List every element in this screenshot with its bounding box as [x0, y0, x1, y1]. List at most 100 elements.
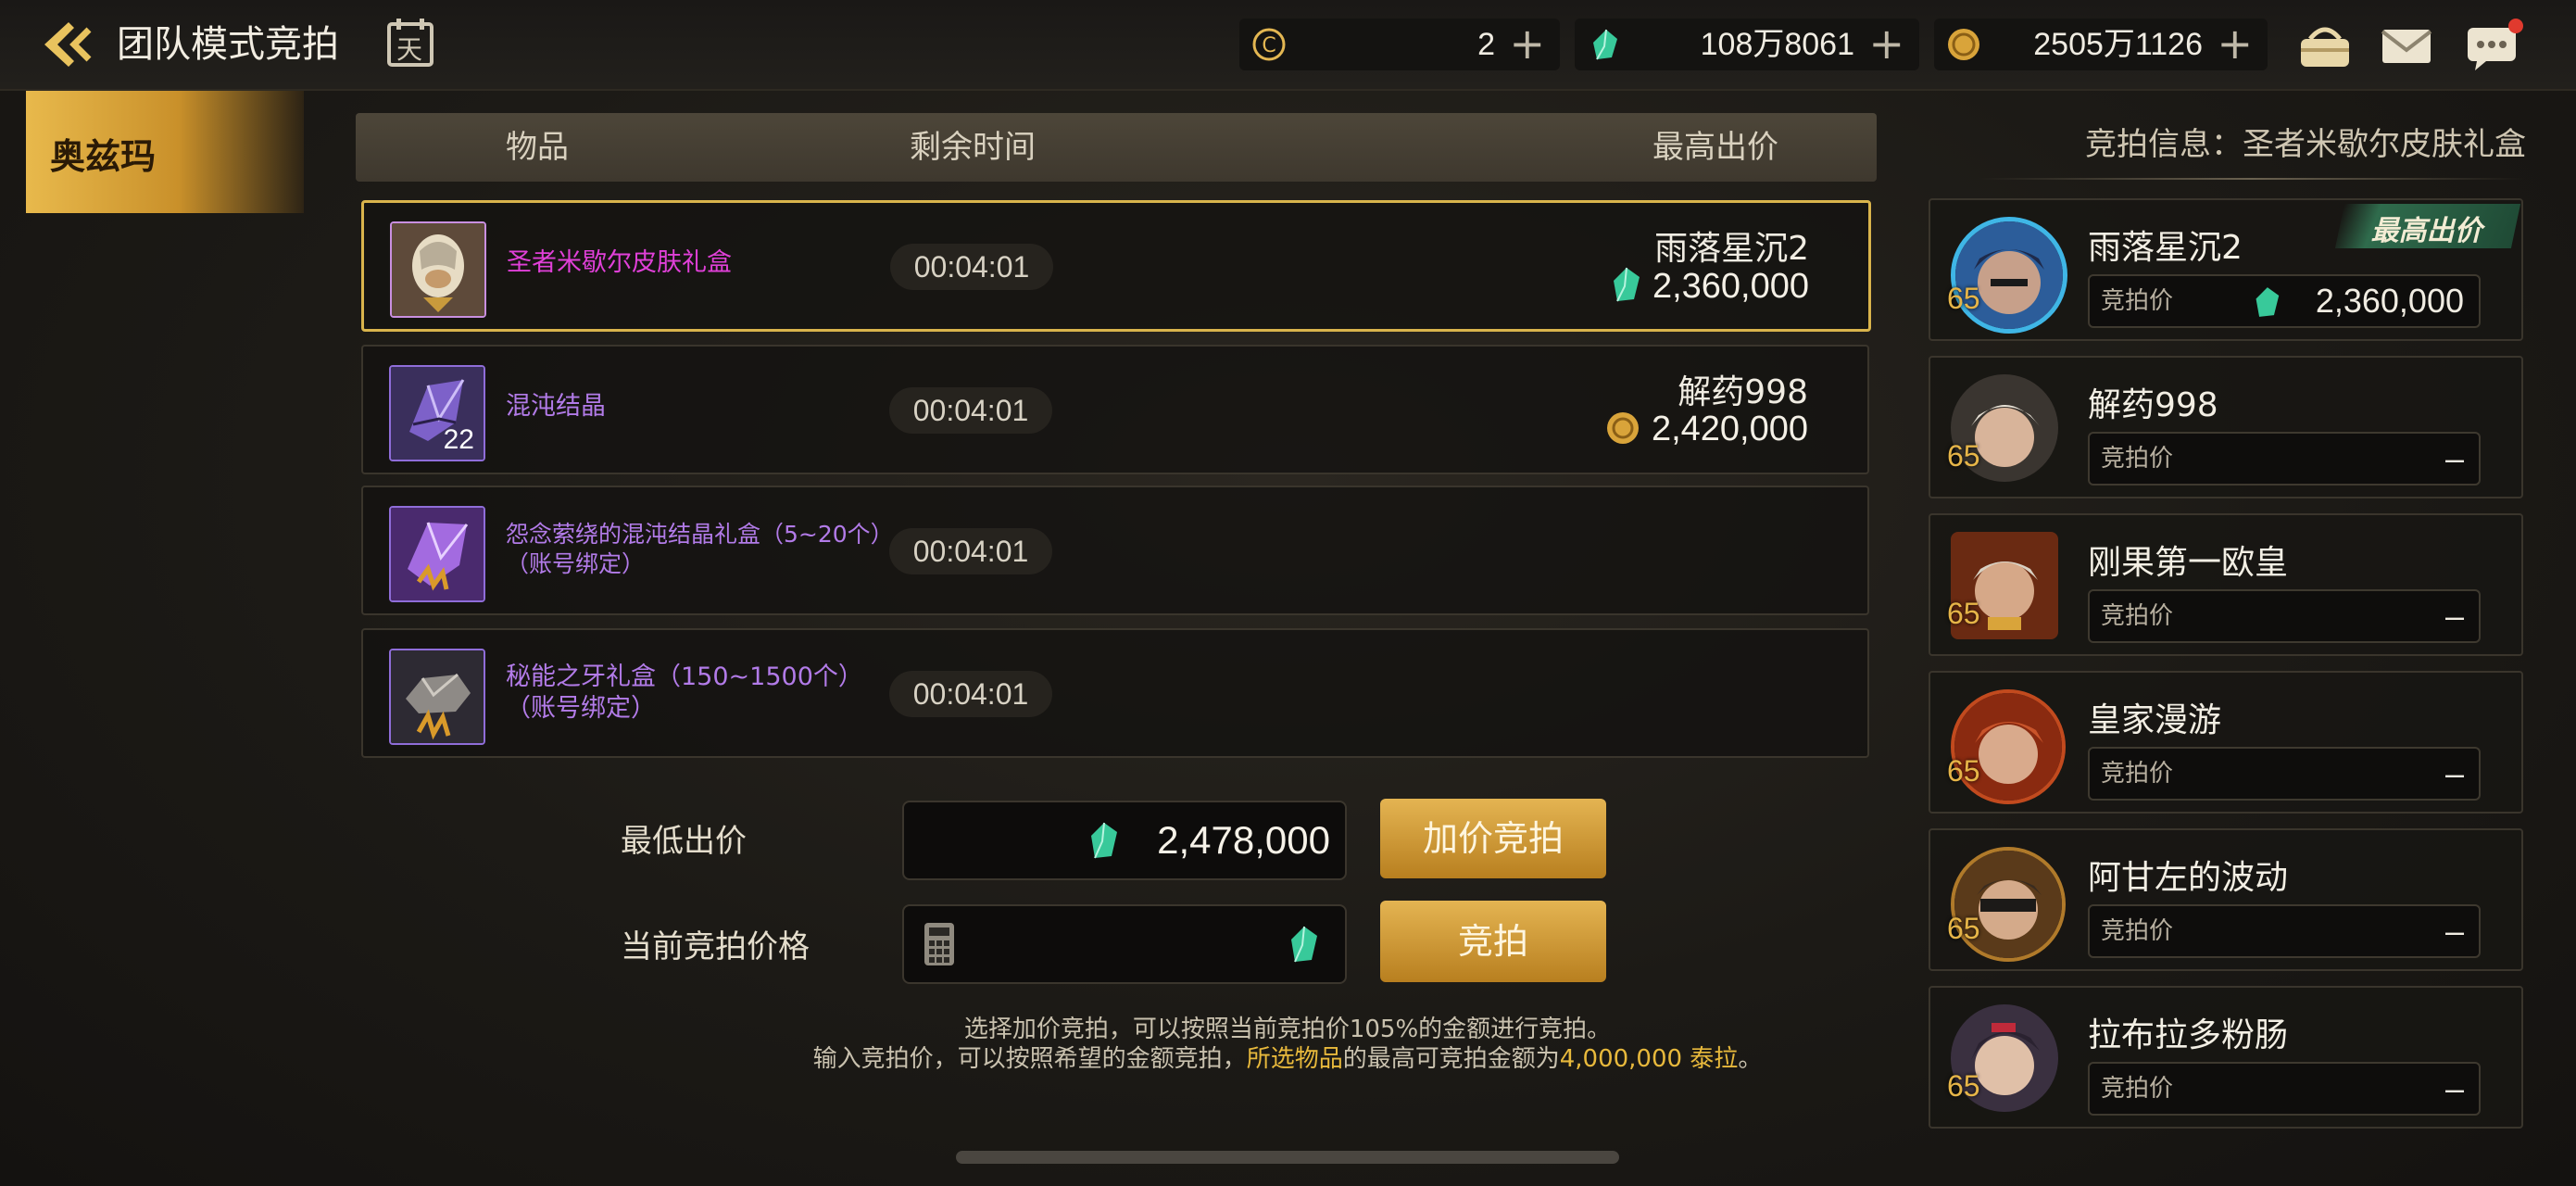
bidder-card-3[interactable]: 65 刚果第一欧皇 竞拍价 – — [1929, 513, 2523, 656]
current-bid-label: 当前竞拍价格 — [621, 928, 810, 965]
remaining-time: 00:04:01 — [889, 387, 1052, 434]
item-name: 混沌结晶 — [506, 392, 606, 421]
item-name: 圣者米歇尔皮肤礼盒 — [507, 248, 732, 277]
column-remaining-time: 剩余时间 — [910, 129, 1036, 166]
gold-value: 2505万1126 — [2033, 27, 2203, 62]
raise-bid-button[interactable]: 加价竞拍 — [1380, 799, 1606, 878]
bid-label: 竞拍价 — [2101, 1075, 2174, 1103]
bid-label: 竞拍价 — [2101, 917, 2174, 945]
divider — [1979, 178, 2525, 180]
bid-button[interactable]: 竞拍 — [1380, 901, 1606, 982]
bid-label: 竞拍价 — [2101, 445, 2174, 473]
item-name: 怨念萦绕的混沌结晶礼盒（5~20个） — [506, 521, 894, 548]
column-item: 物品 — [506, 129, 569, 166]
home-indicator[interactable] — [956, 1151, 1619, 1164]
crystal-icon — [1613, 267, 1640, 302]
calculator-icon[interactable] — [923, 921, 956, 967]
player-bid-field: 竞拍价 – — [2088, 747, 2481, 801]
crystal-icon — [1593, 29, 1617, 60]
player-bid-value: – — [2444, 754, 2464, 792]
page-title: 团队模式竞拍 — [117, 23, 339, 66]
highest-bidder: 雨落星沉2 — [1654, 230, 1809, 268]
player-name: 阿甘左的波动 — [2088, 859, 2289, 897]
player-bid-value: 2,360,000 — [2315, 282, 2464, 320]
highest-bid-value: 2,420,000 — [1651, 410, 1808, 448]
player-level: 65 — [1947, 1069, 1980, 1103]
avatar — [1951, 217, 2067, 334]
current-bid-input[interactable] — [902, 904, 1347, 984]
player-bid-field: 竞拍价 – — [2088, 589, 2481, 643]
column-highest-bid: 最高出价 — [1652, 129, 1778, 166]
auction-row-1[interactable]: 圣者米歇尔皮肤礼盒 00:04:01 雨落星沉2 2,360,000 — [361, 200, 1871, 332]
player-name: 皇家漫游 — [2088, 701, 2222, 739]
c-coin-value: 2 — [1477, 27, 1495, 62]
arcane-fang-giftbox-icon — [389, 649, 485, 745]
top-bid-badge: 最高出价 — [2334, 204, 2521, 248]
crystal-value: 108万8061 — [1700, 27, 1854, 62]
c-coin-counter: C 2 + — [1239, 19, 1560, 70]
player-name: 雨落星沉2 — [2088, 229, 2243, 267]
auction-info-title: 竞拍信息：圣者米歇尔皮肤礼盒 — [2085, 126, 2526, 163]
player-level: 65 — [1947, 754, 1980, 788]
bid-note-line-2: 输入竞拍价，可以按照希望的金额竞拍，所选物品的最高可竞拍金额为4,000,000… — [519, 1040, 2056, 1074]
bid-label: 竞拍价 — [2101, 760, 2174, 788]
calendar-icon[interactable]: 天 — [385, 17, 435, 69]
player-bid-value: – — [2444, 597, 2464, 635]
item-bind-note: （账号绑定） — [506, 694, 656, 723]
player-level: 65 — [1947, 439, 1980, 473]
auction-row-3[interactable]: 怨念萦绕的混沌结晶礼盒（5~20个） （账号绑定） 00:04:01 — [361, 486, 1869, 615]
bidder-card-6[interactable]: 65 拉布拉多粉肠 竞拍价 – — [1929, 986, 2523, 1129]
auction-row-4[interactable]: 秘能之牙礼盒（150~1500个） （账号绑定） 00:04:01 — [361, 628, 1869, 758]
note-highlight: 所选物品 — [1246, 1045, 1343, 1073]
shop-bag-icon[interactable] — [2295, 17, 2355, 74]
mail-icon[interactable] — [2377, 17, 2436, 74]
min-bid-label: 最低出价 — [621, 823, 747, 860]
bidder-card-5[interactable]: 65 阿甘左的波动 竞拍价 – — [1929, 828, 2523, 971]
gold-add-button[interactable]: + — [2217, 19, 2253, 69]
bidder-card-1[interactable]: 65 雨落星沉2 最高出价 竞拍价 2,360,000 — [1929, 198, 2523, 341]
player-bid-field: 竞拍价 – — [2088, 432, 2481, 486]
min-bid-field: 2,478,000 — [902, 801, 1347, 880]
player-bid-field: 竞拍价 – — [2088, 1062, 2481, 1116]
gold-coin-icon — [1948, 29, 1979, 60]
bid-label: 竞拍价 — [2101, 287, 2174, 315]
crystal-icon — [1091, 822, 1117, 859]
player-name: 解药998 — [2088, 386, 2218, 424]
gold-coin-icon — [1606, 412, 1639, 444]
item-bind-note: （账号绑定） — [506, 550, 646, 577]
bidder-card-4[interactable]: 65 皇家漫游 竞拍价 – — [1929, 671, 2523, 814]
top-bid-badge-label: 最高出价 — [2370, 215, 2482, 247]
server-tab-label: 奥兹玛 — [50, 136, 157, 177]
table-header: 物品 剩余时间 最高出价 — [356, 113, 1877, 182]
server-tab-ozma[interactable]: 奥兹玛 — [26, 91, 304, 213]
svg-text:C: C — [1262, 34, 1275, 57]
auction-row-2[interactable]: 22 混沌结晶 00:04:01 解药998 2,420,000 — [361, 345, 1869, 474]
back-arrow-icon[interactable] — [37, 17, 102, 72]
highest-bid: 2,360,000 — [1610, 266, 1809, 307]
note-text: 输入竞拍价，可以按照希望的金额竞拍， — [812, 1045, 1247, 1073]
bid-label: 竞拍价 — [2101, 602, 2174, 630]
highest-bid-value: 2,360,000 — [1652, 267, 1809, 306]
note-text: 。 — [1738, 1045, 1763, 1073]
item-count: 22 — [443, 424, 474, 455]
remaining-time: 00:04:01 — [889, 528, 1052, 574]
player-name: 拉布拉多粉肠 — [2088, 1016, 2289, 1054]
bidder-card-2[interactable]: 65 解药998 竞拍价 – — [1929, 356, 2523, 498]
chat-icon[interactable] — [2464, 17, 2523, 74]
min-bid-value: 2,478,000 — [1157, 818, 1330, 862]
note-text: 的最高可竞拍金额为 — [1342, 1045, 1560, 1073]
chaos-crystal-icon: 22 — [389, 365, 485, 461]
calendar-glyph: 天 — [396, 34, 423, 65]
player-bid-value: – — [2444, 1069, 2464, 1107]
crystal-icon — [2256, 287, 2280, 317]
crystal-counter: 108万8061 + — [1575, 19, 1919, 70]
highest-bid: 2,420,000 — [1605, 410, 1808, 449]
remaining-time: 00:04:01 — [889, 671, 1052, 717]
player-bid-value: – — [2444, 439, 2464, 477]
player-level: 65 — [1947, 282, 1980, 315]
chaos-crystal-giftbox-icon — [389, 506, 485, 602]
highest-bidder: 解药998 — [1678, 373, 1808, 411]
c-coin-add-button[interactable]: + — [1509, 19, 1545, 69]
crystal-add-button[interactable]: + — [1868, 19, 1904, 69]
c-coin-icon: C — [1252, 28, 1286, 61]
